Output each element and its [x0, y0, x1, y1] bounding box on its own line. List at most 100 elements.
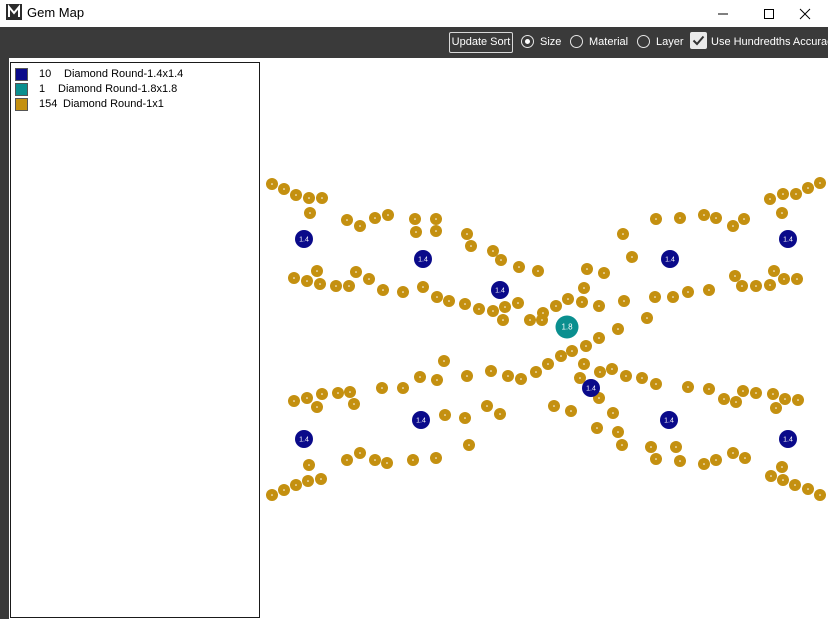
gem-center-dot — [585, 345, 587, 347]
gem-center-dot — [547, 363, 549, 365]
gem-center-dot — [784, 398, 786, 400]
gem-center-dot — [612, 412, 614, 414]
gem-center-dot — [646, 317, 648, 319]
legend-count: 1 — [39, 83, 46, 95]
gem-center-dot — [387, 214, 389, 216]
gem-center-dot — [617, 328, 619, 330]
gem-center-dot — [414, 218, 416, 220]
gem-center-dot — [412, 459, 414, 461]
gem-center-dot — [435, 230, 437, 232]
minimize-icon — [718, 13, 728, 14]
legend-panel: 10 Diamond Round-1.4x1.4 1 Diamond Round… — [10, 62, 260, 618]
hundredths-accuracy-checkbox[interactable] — [690, 32, 707, 49]
gem-center-dot — [743, 218, 745, 220]
gem-center-dot — [337, 392, 339, 394]
gem-center-dot — [687, 291, 689, 293]
gem-center-dot — [353, 403, 355, 405]
gem-center-dot — [735, 401, 737, 403]
gem-size-label: 1.4 — [783, 237, 793, 244]
gem-center-dot — [436, 379, 438, 381]
gem-center-dot — [448, 300, 450, 302]
gem-center-dot — [655, 383, 657, 385]
gem-center-dot — [374, 217, 376, 219]
gem-center-dot — [617, 431, 619, 433]
close-button[interactable] — [782, 0, 828, 27]
gem-center-dot — [732, 225, 734, 227]
gem-center-dot — [603, 272, 605, 274]
gem-center-dot — [598, 337, 600, 339]
gem-center-dot — [715, 459, 717, 461]
gem-center-dot — [320, 478, 322, 480]
legend-swatch — [15, 68, 28, 81]
gem-center-dot — [755, 392, 757, 394]
gem-center-dot — [492, 250, 494, 252]
gem-center-dot — [502, 319, 504, 321]
gem-center-dot — [732, 452, 734, 454]
legend-count: 10 — [39, 68, 52, 80]
gem-center-dot — [571, 350, 573, 352]
gem-center-dot — [316, 406, 318, 408]
gem-center-dot — [478, 308, 480, 310]
gem-center-dot — [535, 371, 537, 373]
gem-center-dot — [490, 370, 492, 372]
gem-center-dot — [359, 452, 361, 454]
material-radio[interactable] — [570, 35, 583, 48]
gem-center-dot — [631, 256, 633, 258]
minimize-button[interactable] — [700, 0, 746, 27]
gem-center-dot — [655, 218, 657, 220]
gem-center-dot — [542, 312, 544, 314]
gem-center-dot — [703, 214, 705, 216]
gem-center-dot — [679, 460, 681, 462]
gem-center-dot — [520, 378, 522, 380]
gem-center-dot — [436, 296, 438, 298]
gem-center-dot — [586, 268, 588, 270]
gem-center-dot — [359, 225, 361, 227]
gem-center-dot — [654, 296, 656, 298]
gem-center-dot — [306, 397, 308, 399]
gem-center-dot — [621, 444, 623, 446]
gem-center-dot — [807, 187, 809, 189]
gem-center-dot — [769, 284, 771, 286]
legend-description: Diamond Round-1x1 — [63, 98, 164, 110]
gem-center-dot — [679, 217, 681, 219]
size-radio[interactable] — [521, 35, 534, 48]
gem-center-dot — [283, 188, 285, 190]
gem-center-dot — [781, 466, 783, 468]
layer-radio[interactable] — [637, 35, 650, 48]
gem-center-dot — [734, 275, 736, 277]
gem-center-dot — [672, 296, 674, 298]
gem-center-dot — [308, 197, 310, 199]
gem-center-dot — [499, 413, 501, 415]
gem-center-dot — [708, 388, 710, 390]
gem-center-dot — [466, 233, 468, 235]
hundredths-accuracy-label: Use Hundredths Accuracy — [711, 36, 828, 48]
gem-center-dot — [781, 212, 783, 214]
toolbar: Update Sort Size Material Layer Use Hund… — [0, 27, 828, 58]
gem-center-dot — [769, 198, 771, 200]
update-sort-button[interactable]: Update Sort — [449, 32, 513, 53]
gem-center-dot — [419, 376, 421, 378]
gem-center-dot — [293, 277, 295, 279]
gem-center-dot — [741, 285, 743, 287]
gem-center-dot — [368, 278, 370, 280]
left-edge-strip — [0, 58, 9, 619]
gem-center-dot — [783, 278, 785, 280]
gem-center-dot — [625, 375, 627, 377]
legend-count: 154 — [39, 98, 58, 110]
gem-center-dot — [492, 310, 494, 312]
gem-center-dot — [271, 183, 273, 185]
gem-map-canvas[interactable]: 1.4 1.4 1.4 1.4 1.4 1.4 1.4 1.4 1.4 1.4 1.8 — [259, 58, 828, 619]
gem-center-dot — [349, 391, 351, 393]
gem-center-dot — [348, 285, 350, 287]
gem-size-label: 1.4 — [665, 257, 675, 264]
gem-center-dot — [581, 301, 583, 303]
gem-center-dot — [507, 375, 509, 377]
gem-center-dot — [773, 270, 775, 272]
gem-center-dot — [306, 280, 308, 282]
gem-center-dot — [567, 298, 569, 300]
size-radio-label: Size — [540, 36, 562, 48]
gem-center-dot — [466, 375, 468, 377]
gem-center-dot — [346, 459, 348, 461]
gem-center-dot — [675, 446, 677, 448]
checkmark-icon — [692, 35, 705, 46]
